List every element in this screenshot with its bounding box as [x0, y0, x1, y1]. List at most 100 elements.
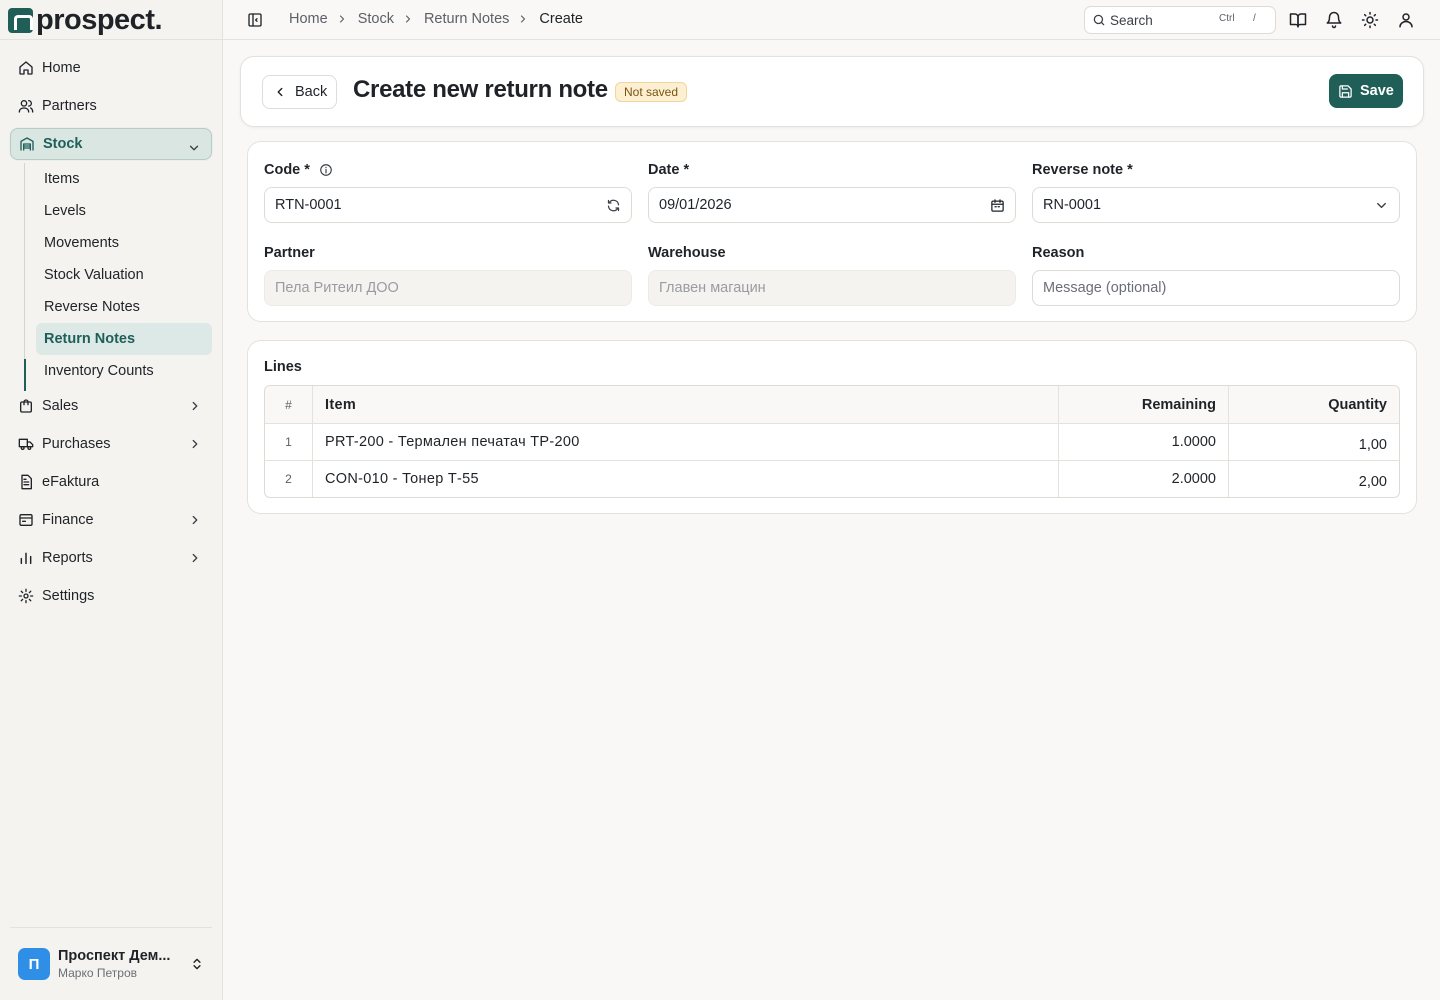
quantity-input[interactable]: 2,00 — [1229, 461, 1399, 497]
sidebar-item-label: Partners — [42, 98, 97, 114]
sun-icon[interactable] — [1361, 11, 1379, 29]
warehouse-field: Главен магацин — [648, 270, 1016, 306]
sidebar-item-label: Settings — [42, 588, 95, 604]
sidebar: prospect. Home Partners Stock Items Leve… — [0, 0, 223, 1000]
table-header-row: # Item Remaining Quantity — [265, 386, 1399, 423]
sidebar-item-label: Purchases — [42, 436, 111, 452]
breadcrumb: Home Stock Return Notes Create — [289, 11, 583, 27]
row-number: 1 — [265, 424, 313, 460]
chevron-right-icon — [402, 13, 416, 25]
reverse-note-label: Reverse note * — [1032, 162, 1133, 178]
warehouse-field-group: Warehouse Главен магацин — [648, 243, 1016, 306]
sidebar-item-label: eFaktura — [42, 474, 100, 490]
sidebar-toggle-icon[interactable] — [247, 12, 263, 28]
quantity-input[interactable]: 1,00 — [1229, 424, 1399, 460]
sidebar-subitem-levels[interactable]: Levels — [36, 195, 212, 227]
breadcrumb-return-notes[interactable]: Return Notes — [424, 11, 509, 27]
breadcrumb-home[interactable]: Home — [289, 11, 328, 27]
sidebar-item-finance[interactable]: Finance — [10, 501, 212, 539]
sidebar-item-stock[interactable]: Stock — [10, 128, 212, 160]
sidebar-item-purchases[interactable]: Purchases — [10, 425, 212, 463]
sidebar-subitem-return-notes[interactable]: Return Notes — [36, 323, 212, 355]
sidebar-item-reports[interactable]: Reports — [10, 539, 212, 577]
chevron-down-icon — [187, 141, 201, 155]
kbd-ctrl: Ctrl — [1219, 13, 1235, 24]
sidebar-item-home[interactable]: Home — [10, 49, 212, 87]
calendar-icon[interactable] — [990, 198, 1005, 213]
reason-input[interactable]: Message (optional) — [1032, 270, 1400, 306]
search-icon — [1092, 13, 1106, 27]
table-row: 2 CON-010 - Тонер Т-55 2.0000 2,00 — [265, 460, 1399, 497]
page-title: Create new return note — [353, 76, 608, 103]
reason-placeholder: Message (optional) — [1043, 280, 1167, 296]
save-button-label: Save — [1360, 83, 1394, 99]
stock-subnav: Items Levels Movements Stock Valuation R… — [24, 163, 212, 391]
search-placeholder: Search — [1110, 12, 1153, 28]
user-icon[interactable] — [1397, 11, 1415, 29]
date-value: 09/01/2026 — [659, 197, 732, 213]
code-field[interactable]: RTN-0001 — [264, 187, 632, 223]
chevron-right-icon — [188, 437, 202, 451]
workspace-name: Проспект Дем... — [58, 948, 171, 964]
sidebar-nav: Home Partners Stock Items Levels Movemen… — [10, 49, 212, 615]
sidebar-subitem-stock-valuation[interactable]: Stock Valuation — [36, 259, 212, 291]
info-icon[interactable] — [319, 163, 333, 177]
chevron-right-icon — [336, 13, 350, 25]
sidebar-item-settings[interactable]: Settings — [10, 577, 212, 615]
topbar: Home Stock Return Notes Create Search Ct… — [223, 0, 1440, 40]
sidebar-subitem-items[interactable]: Items — [36, 163, 212, 195]
date-field[interactable]: 09/01/2026 — [648, 187, 1016, 223]
sidebar-subitem-reverse-notes[interactable]: Reverse Notes — [36, 291, 212, 323]
document-icon — [18, 474, 34, 490]
workspace-switcher[interactable]: П Проспект Дем... Марко Петров — [18, 948, 210, 980]
gear-icon — [18, 588, 34, 604]
sidebar-item-label: Finance — [42, 512, 94, 528]
row-remaining: 1.0000 — [1059, 424, 1229, 460]
code-field-group: Code * RTN-0001 — [264, 160, 632, 223]
reverse-note-select[interactable]: RN-0001 — [1032, 187, 1400, 223]
chevron-right-icon — [188, 551, 202, 565]
bag-icon — [18, 398, 34, 414]
app-logo[interactable]: prospect. — [8, 5, 163, 35]
sidebar-subitem-movements[interactable]: Movements — [36, 227, 212, 259]
warehouse-icon — [19, 136, 35, 152]
chevron-right-icon — [188, 399, 202, 413]
row-remaining: 2.0000 — [1059, 461, 1229, 497]
return-note-form: Code * RTN-0001 Date * 09/01/2026 Revers… — [247, 141, 1417, 322]
back-button[interactable]: Back — [262, 75, 337, 109]
sidebar-item-sales[interactable]: Sales — [10, 387, 212, 425]
column-header-remaining: Remaining — [1059, 386, 1229, 423]
sidebar-item-label: Stock — [43, 136, 83, 152]
wallet-icon — [18, 512, 34, 528]
sidebar-subitem-inventory-counts[interactable]: Inventory Counts — [36, 355, 212, 387]
partner-value: Пела Ритеил ДОО — [275, 280, 399, 296]
partner-label: Partner — [264, 245, 315, 261]
search-input[interactable]: Search Ctrl / — [1084, 6, 1276, 34]
reason-label: Reason — [1032, 245, 1085, 261]
save-button[interactable]: Save — [1329, 74, 1403, 108]
reverse-note-value: RN-0001 — [1043, 197, 1102, 213]
date-label: Date * — [648, 162, 690, 178]
chevron-right-icon — [188, 513, 202, 527]
sidebar-item-partners[interactable]: Partners — [10, 87, 212, 125]
refresh-icon[interactable] — [606, 198, 621, 213]
home-icon — [18, 60, 34, 76]
save-icon — [1338, 84, 1353, 99]
workspace-user: Марко Петров — [58, 966, 137, 980]
book-icon[interactable] — [1289, 11, 1307, 29]
row-item: PRT-200 - Термален печатач TP-200 — [313, 424, 1059, 460]
sidebar-divider — [0, 39, 223, 40]
chevron-right-icon — [517, 13, 531, 25]
kbd-slash: / — [1253, 13, 1256, 24]
chevrons-up-down-icon — [190, 956, 204, 972]
column-header-item: Item — [313, 386, 1059, 423]
bell-icon[interactable] — [1325, 11, 1343, 29]
breadcrumb-stock[interactable]: Stock — [358, 11, 394, 27]
truck-icon — [18, 436, 34, 452]
workspace-avatar: П — [18, 948, 50, 980]
sidebar-item-efaktura[interactable]: eFaktura — [10, 463, 212, 501]
row-item: CON-010 - Тонер Т-55 — [313, 461, 1059, 497]
table-row: 1 PRT-200 - Термален печатач TP-200 1.00… — [265, 423, 1399, 460]
logo-mark-icon — [8, 7, 33, 33]
page-header: Back Create new return note Not saved Sa… — [240, 56, 1424, 127]
